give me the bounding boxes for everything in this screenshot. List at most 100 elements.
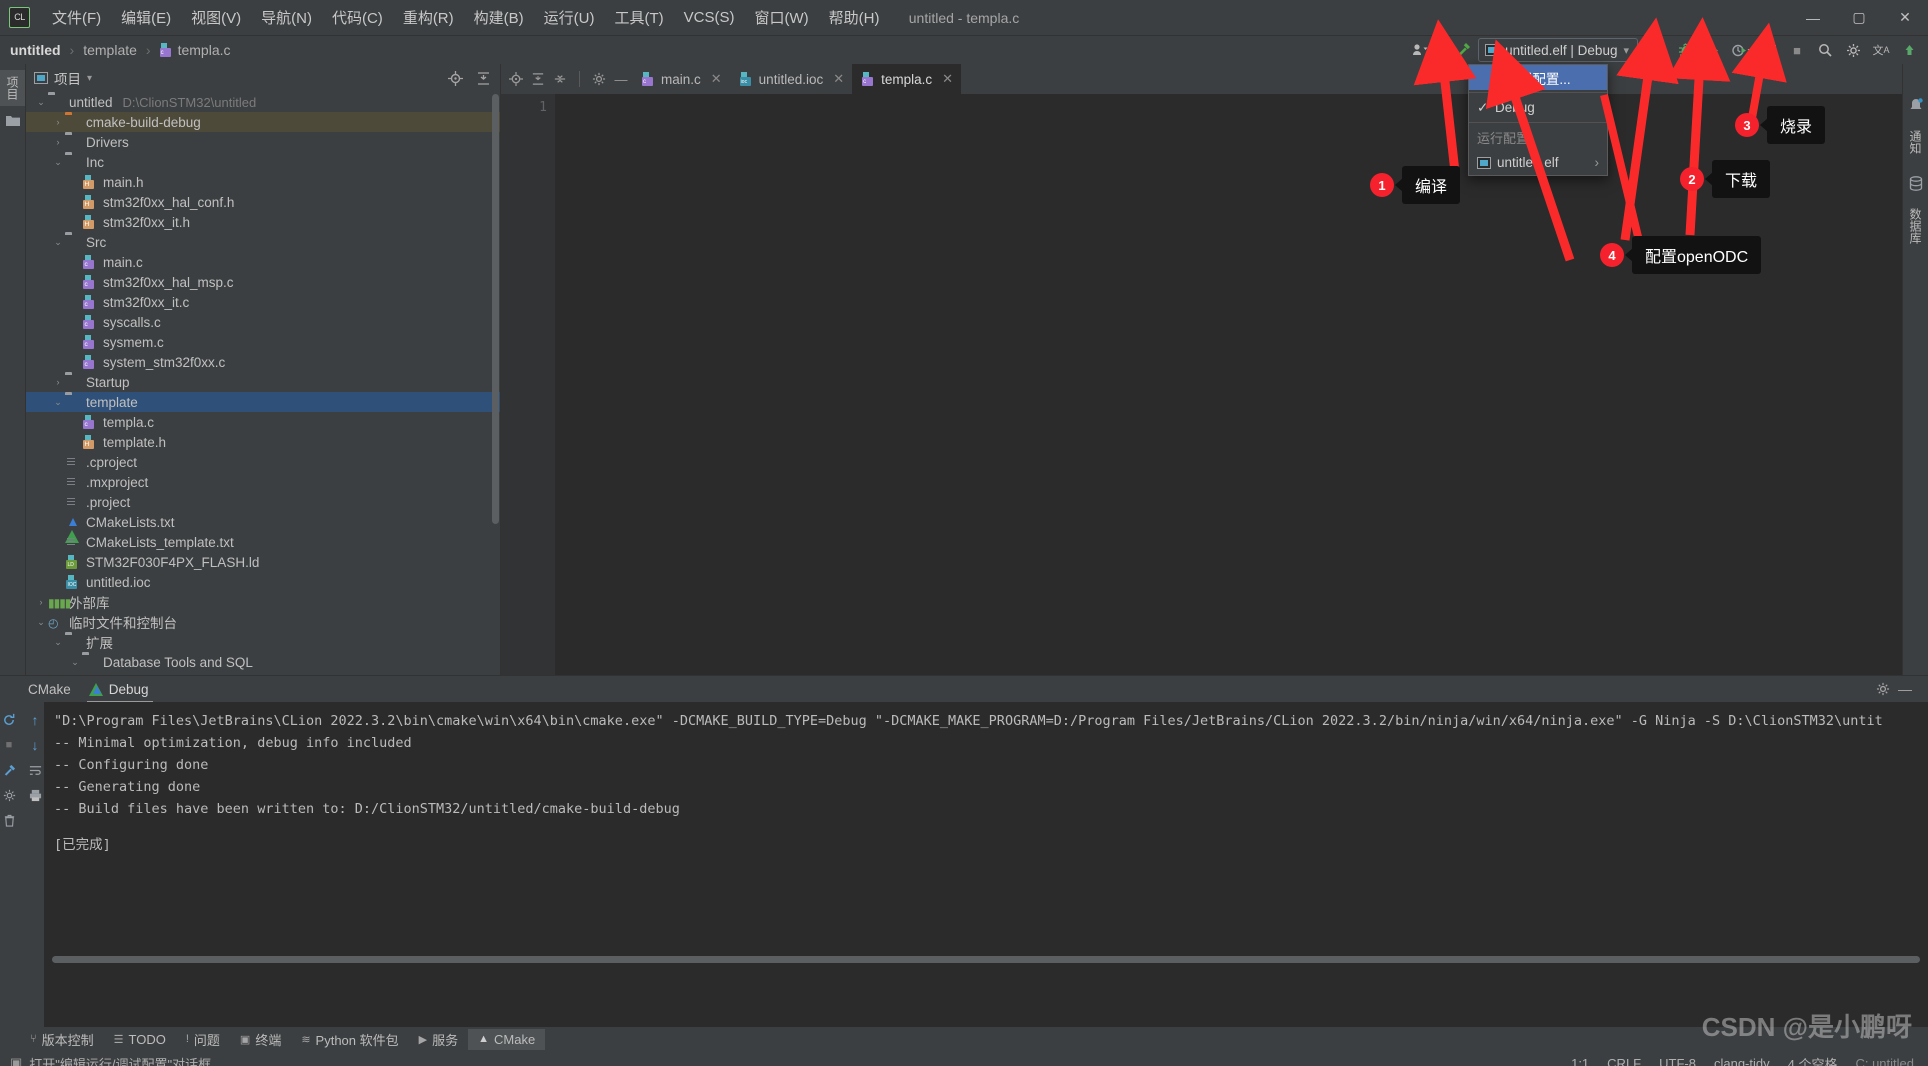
tree-node-sysmem-c[interactable]: c sysmem.c [26,332,500,352]
close-icon[interactable]: ✕ [833,71,844,87]
clear-trash-icon[interactable] [0,808,22,832]
tree-node-drivers[interactable]: › Drivers [26,132,500,152]
tree-node-template[interactable]: ⌄ template [26,392,500,412]
tree-node-untitled[interactable]: ⌄ untitled D:\ClionSTM32\untitled [26,92,500,112]
tree-node-templa-c[interactable]: c templa.c [26,412,500,432]
tree-node-inc[interactable]: ⌄ Inc [26,152,500,172]
tree-node-stm32f0xx-hal-msp-c[interactable]: c stm32f0xx_hal_msp.c [26,272,500,292]
tool-window-notifications[interactable]: 通知 [1903,124,1928,160]
bottom-tab--[interactable]: ▣ 终端 [230,1027,291,1052]
tree-node-stm32f0xx-hal-conf-h[interactable]: Hstm32f0xx_hal_conf.h [26,192,500,212]
menu-code[interactable]: 代码(C) [322,3,393,32]
close-button[interactable]: ✕ [1882,1,1928,35]
settings-gear-icon[interactable] [1840,38,1866,62]
menu-build[interactable]: 构建(B) [464,3,534,32]
breadcrumb-folder[interactable]: template [83,42,137,58]
cmake-console-output[interactable]: "D:\Program Files\JetBrains\CLion 2022.3… [44,702,1928,1027]
tree-node-stm32f030f4px-flash-ld[interactable]: LD STM32F030F4PX_FLASH.ld [26,552,500,572]
chevron-down-icon[interactable]: ⌄ [34,97,48,108]
chevron-down-icon[interactable]: ⌄ [34,617,48,628]
chevron-down-icon[interactable]: ⌄ [51,237,65,248]
menu-help[interactable]: 帮助(H) [819,3,890,32]
menu-item-debug[interactable]: ✓ Debug [1469,95,1607,120]
bottom-tab-todo[interactable]: ☰ TODO [104,1029,176,1050]
tool-window-database[interactable]: 数据库 [1903,202,1928,250]
menu-run[interactable]: 运行(U) [534,3,605,32]
chevron-down-icon[interactable]: ⌄ [51,157,65,168]
tree-node--project[interactable]: .project [26,492,500,512]
chevron-down-icon[interactable]: ⌄ [51,637,65,648]
project-files-icon[interactable] [4,114,22,132]
branch-widget[interactable]: C: untitled [1855,1056,1914,1066]
expand-all-icon[interactable] [527,67,549,91]
tree-node--[interactable]: ⌄ 扩展 [26,632,500,652]
tree-node-syscalls-c[interactable]: c syscalls.c [26,312,500,332]
tree-node-untitled-ioc[interactable]: IOC untitled.ioc [26,572,500,592]
menu-item-untitled-elf[interactable]: untitled.elf › [1469,150,1607,175]
tree-node-cmakelists-txt[interactable]: CMakeLists.txt [26,512,500,543]
flash-openocd-button[interactable] [1756,38,1782,62]
build-hammer-icon[interactable] [1450,38,1476,62]
menu-edit[interactable]: 编辑(E) [111,3,181,32]
translate-icon[interactable]: 文A [1868,38,1894,62]
bottom-tab-cmake[interactable]: ▲ CMake [468,1028,546,1050]
close-icon[interactable]: ✕ [711,71,722,87]
notifications-bell-icon[interactable] [1907,98,1925,116]
attach-to-process-button[interactable] [1700,38,1726,62]
cmake-settings-strip-icon[interactable] [0,783,22,807]
tree-node-main-h[interactable]: Hmain.h [26,172,500,192]
bottom-tab--[interactable]: ⑂ 版本控制 [20,1027,104,1052]
chevron-right-icon[interactable]: › [51,117,65,127]
bottom-tab--[interactable]: ▶ 服务 [409,1027,468,1052]
chevron-right-icon[interactable]: › [51,137,65,147]
locate-file-icon[interactable] [444,67,466,89]
editor-tab-untitled-ioc[interactable]: ioc untitled.ioc ✕ [730,64,852,94]
chevron-down-icon[interactable]: ⌄ [68,657,82,668]
editor-settings-icon[interactable] [588,67,610,91]
maximize-button[interactable]: ▢ [1836,1,1882,35]
tree-node--[interactable]: › ▮▮▮▮ 外部库 [26,592,500,612]
menu-tools[interactable]: 工具(T) [604,3,673,32]
tree-node-database-tools-and-sql[interactable]: ⌄ Database Tools and SQL [26,652,500,672]
editor-tab-templa-c[interactable]: c templa.c ✕ [852,64,962,94]
tree-node-startup[interactable]: › Startup [26,372,500,392]
bottom-tab--[interactable]: ! 问题 [176,1027,230,1052]
stop-icon[interactable]: ■ [0,733,22,757]
tree-node-template-h[interactable]: Htemplate.h [26,432,500,452]
tree-node--[interactable]: ⌄ ◴ 临时文件和控制台 [26,612,500,632]
menu-view[interactable]: 视图(V) [181,3,251,32]
run-button[interactable] [1644,38,1670,62]
run-configuration-selector[interactable]: untitled.elf | Debug ▾ [1478,38,1638,62]
stop-button[interactable]: ■ [1784,38,1810,62]
cmake-tab-debug[interactable]: Debug [81,679,159,703]
build-icon[interactable] [0,758,22,782]
breadcrumb-file[interactable]: templa.c [178,42,231,58]
debug-button[interactable] [1672,38,1698,62]
menu-refactor[interactable]: 重构(R) [393,3,464,32]
database-icon[interactable] [1907,176,1925,194]
search-everywhere-icon[interactable] [1812,38,1838,62]
menu-item-edit-configurations[interactable]: 编辑配置... [1469,65,1607,90]
rerun-cmake-icon[interactable] [0,708,22,732]
collapse-all-icon[interactable] [472,67,494,89]
cmake-settings-icon[interactable] [1872,678,1894,700]
tree-node--cproject[interactable]: .cproject [26,452,500,472]
tree-node-stm32f0xx-it-c[interactable]: c stm32f0xx_it.c [26,292,500,312]
code-content[interactable] [555,94,1722,675]
tree-node-stm32f0xx-it-h[interactable]: Hstm32f0xx_it.h [26,212,500,232]
user-account-icon[interactable] [1407,38,1433,62]
editor-tab-main-c[interactable]: c main.c ✕ [632,64,730,94]
menu-vcs[interactable]: VCS(S) [674,5,745,30]
project-scrollbar[interactable] [492,94,499,624]
indent-widget[interactable]: 4 个空格 [1788,1054,1838,1066]
menu-file[interactable]: 文件(F) [42,3,111,32]
menu-window[interactable]: 窗口(W) [744,3,818,32]
tree-node-system-stm32f0xx-c[interactable]: c system_stm32f0xx.c [26,352,500,372]
update-icon[interactable] [1896,38,1922,62]
tool-window-project[interactable]: 项目 [0,70,25,106]
collapse-icon[interactable] [549,67,571,91]
tree-node--mxproject[interactable]: .mxproject [26,472,500,492]
hide-icon[interactable]: — [610,67,632,91]
console-horizontal-scrollbar[interactable] [52,956,1920,963]
file-encoding[interactable]: UTF-8 [1659,1056,1696,1066]
